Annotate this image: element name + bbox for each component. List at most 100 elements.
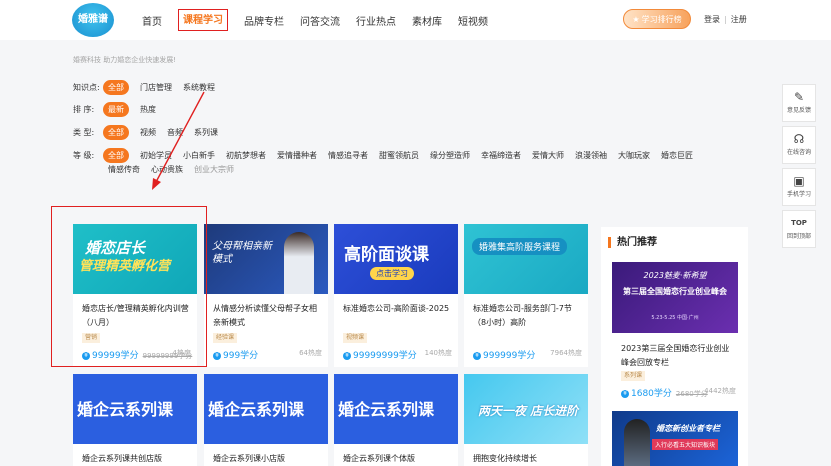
course-tag: 视频课 [343,333,368,343]
credit-icon: ¥ [343,352,351,360]
filter-chip[interactable]: 音频 [167,127,183,138]
filter-chip[interactable]: 幸福缔造者 [481,150,521,161]
hot-banner[interactable]: 婚恋新创业者专栏 入行必看五大知识板块 [612,411,738,466]
filter-chip[interactable]: 全部 [103,148,129,163]
course-tag: 经验课 [213,333,238,343]
filter-label: 类 型: [73,128,95,137]
course-price: ¥999999学分 [473,348,535,361]
filter-chip[interactable]: 爱情播种者 [277,150,317,161]
filter-chip[interactable]: 大咖玩家 [618,150,650,161]
course-title: 婚企云系列课个体版 [343,454,415,463]
login-link[interactable]: 登录 [704,15,720,24]
feedback-button[interactable]: ✎ 意见反馈 [782,84,816,122]
course-thumbnail: 婚企云系列课 [334,374,458,444]
course-heat: 140热度 [424,349,452,357]
course-title: 婚企云系列课小店版 [213,454,285,463]
course-card[interactable]: 婚企云系列课 婚企云系列课小店版 [204,374,328,466]
thumb-title: 婚企云系列课 [77,400,174,419]
tool-label: 回到顶部 [786,233,811,240]
filter-chip[interactable]: 心动贵族 [151,164,183,175]
register-link[interactable]: 注册 [731,15,747,24]
banner-date: 5.23-5.25 中国·广州 [651,315,699,321]
course-thumbnail: 高阶面谈课 点击学习 [334,224,458,294]
filter-chip[interactable]: 情感追寻者 [328,150,368,161]
thumb-badge: 点击学习 [370,267,414,280]
filter-chip[interactable]: 门店管理 [140,82,172,93]
filter-chip[interactable]: 系统教程 [183,82,215,93]
nav-short-video[interactable]: 短视频 [458,13,488,31]
price-value: 999999学分 [483,351,536,361]
course-thumbnail: 两天一夜 店长进阶 [464,374,588,444]
filter-chip[interactable]: 缘分塑造师 [430,150,470,161]
filter-chip[interactable]: 热度 [140,104,156,115]
filter-chip[interactable]: 最新 [103,102,129,117]
filter-row-level: 等 级: 全部 初始学员 小白新手 初航梦想者 爱情播种者 情感追寻者 甜蜜领航… [73,148,704,163]
course-card[interactable]: 高阶面谈课 点击学习 标准婚恋公司-高阶面谈-2025 视频课 ¥9999999… [334,224,458,367]
filter-label: 知识点: [73,83,100,92]
headset-icon: ☊ [793,132,805,146]
filter-chip[interactable]: 小白新手 [183,150,215,161]
filter-chip[interactable]: 甜蜜领航员 [379,150,419,161]
price-value: 99999999学分 [353,351,417,361]
course-card[interactable]: 婚企云系列课 婚企云系列课共创店版 [73,374,197,466]
filter-chip[interactable]: 全部 [103,125,129,140]
thumb-title: 婚企云系列课 [338,400,435,419]
course-card[interactable]: 两天一夜 店长进阶 拥抱变化持续增长 [464,374,588,466]
nav-industry[interactable]: 行业热点 [356,13,396,31]
filter-chip[interactable]: 全部 [103,80,129,95]
thumb-title: 两天一夜 店长进阶 [478,404,579,418]
nav-courses[interactable]: 课程学习 [178,9,228,31]
filter-chip[interactable]: 系列课 [194,127,218,138]
credit-icon: ¥ [213,352,221,360]
filter-chip[interactable]: 视频 [140,127,156,138]
filter-chip[interactable]: 浪漫领袖 [575,150,607,161]
course-card[interactable]: 父母帮相亲新模式 从情感分析读懂父母帮子女相亲新模式 经验课 ¥999学分 64… [204,224,328,367]
filter-chip[interactable]: 情感传奇 [108,164,140,175]
filter-chip[interactable]: 初航梦想者 [226,150,266,161]
course-thumbnail: 婚企云系列课 [204,374,328,444]
filter-chip[interactable]: 婚恋巨匠 [661,150,693,161]
consult-button[interactable]: ☊ 在线咨询 [782,126,816,164]
filter-label: 排 序: [73,105,95,114]
credit-icon: ¥ [473,352,481,360]
nav-home[interactable]: 首页 [142,13,162,31]
nav-materials[interactable]: 素材库 [412,13,442,31]
hot-title: 热门推荐 [608,237,657,248]
filter-row-knowledge: 知识点: 全部 门店管理 系统教程 [73,80,226,95]
back-to-top-button[interactable]: TOP 回到顶部 [782,210,816,248]
hot-item-heat: 4442热度 [704,387,736,395]
site-logo[interactable]: 婚雅谱 [72,3,114,37]
rank-button[interactable]: ★ 学习排行榜 [623,9,691,29]
thumb-title: 婚雅集高阶服务课程 [472,238,568,255]
course-heat: 7964热度 [550,349,582,357]
course-title: 标准婚恋公司-服务部门-7节（8小时）高阶 [473,304,572,327]
old-price: 2680学分 [675,390,708,398]
filter-row-sort: 排 序: 最新 热度 [73,102,167,117]
price-value: 1680学分 [631,389,672,399]
hot-panel: 热门推荐 2023魅麦·新希望 第三届全国婚恋行业创业峰会 5.23-5.25 … [601,227,748,466]
slogan: 婚赛科技 助力婚恋企业快速发展! [73,56,177,64]
trophy-icon: ★ [632,15,640,24]
course-card[interactable]: 婚雅集高阶服务课程 标准婚恋公司-服务部门-7节（8小时）高阶 ¥999999学… [464,224,588,367]
floating-toolbar: ✎ 意见反馈 ☊ 在线咨询 ▣ 手机学习 TOP 回到顶部 [782,84,816,252]
tool-label: 意见反馈 [786,107,811,114]
filter-chip[interactable]: 创业大宗师 [194,164,234,175]
course-price: ¥99999999学分 [343,348,417,361]
course-title: 婚企云系列课共创店版 [82,454,162,463]
nav-qa[interactable]: 问答交流 [300,13,340,31]
mobile-learn-button[interactable]: ▣ 手机学习 [782,168,816,206]
speaker-photo [624,419,650,466]
course-thumbnail: 父母帮相亲新模式 [204,224,328,294]
filter-chip[interactable]: 爱情大师 [532,150,564,161]
feedback-icon: ✎ [793,90,805,104]
hot-banner[interactable]: 2023魅麦·新希望 第三届全国婚恋行业创业峰会 5.23-5.25 中国·广州 [612,262,738,333]
rank-label: 学习排行榜 [641,15,682,24]
course-title: 从情感分析读懂父母帮子女相亲新模式 [213,304,317,327]
hot-item-tag: 系列课 [621,371,646,381]
filter-chip[interactable]: 初始学员 [140,150,172,161]
credit-icon: ¥ [621,390,629,398]
hot-item-title[interactable]: 2023第三届全国婚恋行业创业峰会回放专栏 [621,342,736,370]
banner-main: 第三届全国婚恋行业创业峰会 [623,287,727,296]
nav-brand[interactable]: 品牌专栏 [244,13,284,31]
course-card[interactable]: 婚企云系列课 婚企云系列课个体版 [334,374,458,466]
